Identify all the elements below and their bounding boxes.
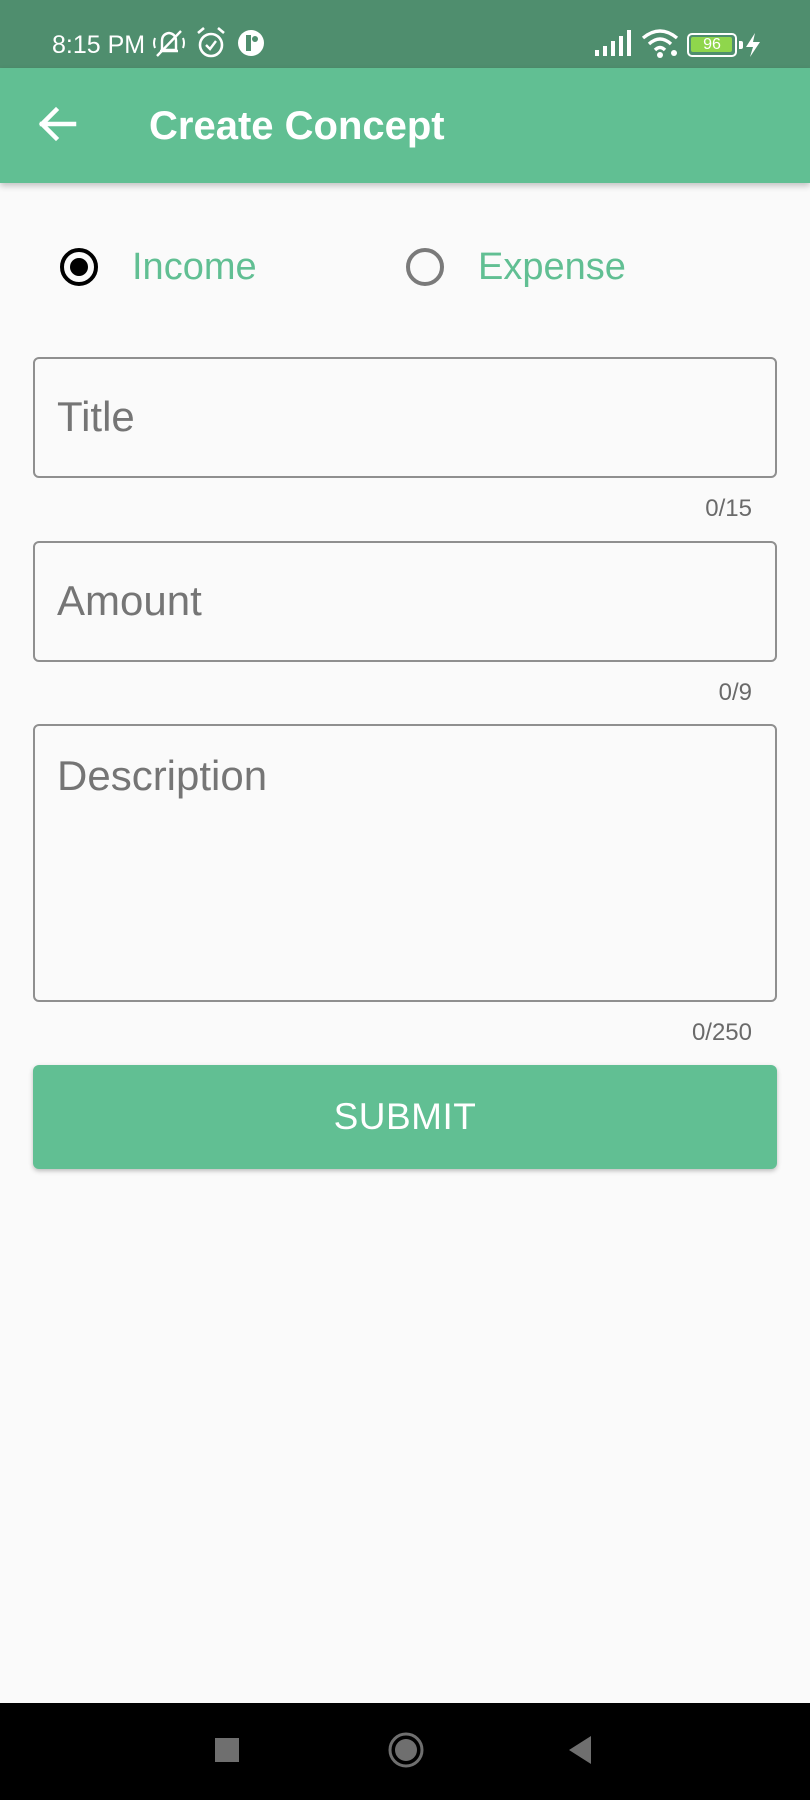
wifi-icon xyxy=(641,29,679,58)
radio-expense[interactable]: Expense xyxy=(406,238,626,296)
radio-income-label[interactable]: Income xyxy=(132,245,257,289)
title-input[interactable] xyxy=(57,389,753,445)
description-input[interactable] xyxy=(57,748,753,978)
amount-char-counter: 0/9 xyxy=(718,679,752,706)
back-icon[interactable] xyxy=(565,1730,595,1770)
description-char-counter: 0/250 xyxy=(691,1019,752,1046)
radio-unchecked-icon[interactable] xyxy=(406,248,444,286)
amount-input[interactable] xyxy=(57,573,753,629)
battery-level: 96 xyxy=(703,36,721,53)
charging-icon xyxy=(746,33,760,57)
radio-income[interactable]: Income xyxy=(60,238,257,296)
status-bar: 8:15 PM 96 xyxy=(0,0,810,68)
arrow-back-icon xyxy=(38,106,77,142)
amount-field[interactable] xyxy=(33,541,777,662)
submit-button[interactable]: SUBMIT xyxy=(33,1065,777,1169)
description-field[interactable] xyxy=(33,724,777,1002)
status-time: 8:15 PM xyxy=(52,31,146,59)
create-concept-screen: 8:15 PM 96 Create Concept Income Expense… xyxy=(0,0,810,1800)
radio-checked-icon[interactable] xyxy=(60,248,98,286)
title-field[interactable] xyxy=(33,357,777,478)
app-notification-icon xyxy=(238,30,264,56)
home-icon[interactable] xyxy=(386,1730,426,1770)
signal-icon xyxy=(595,30,631,56)
app-bar: Create Concept xyxy=(0,68,810,183)
silent-icon xyxy=(153,30,185,57)
recents-icon[interactable] xyxy=(212,1730,242,1770)
back-button[interactable] xyxy=(28,94,88,154)
system-nav-bar xyxy=(0,1703,810,1800)
alarm-icon xyxy=(197,27,225,58)
title-char-counter: 0/15 xyxy=(705,495,752,522)
page-title: Create Concept xyxy=(149,104,445,148)
radio-expense-label[interactable]: Expense xyxy=(478,245,626,289)
